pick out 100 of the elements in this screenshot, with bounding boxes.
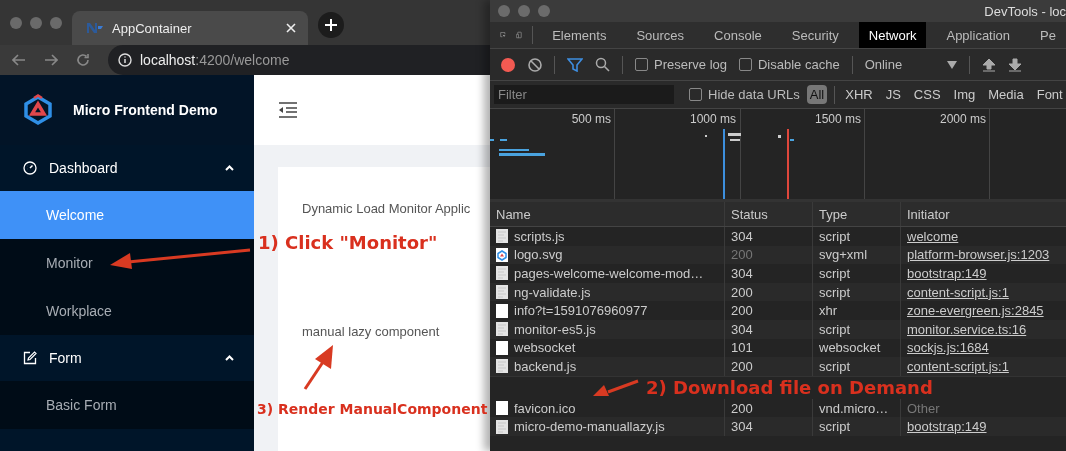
reload-icon[interactable] [76, 53, 90, 67]
devtools-tab[interactable]: Network [858, 22, 927, 48]
initiator-link[interactable]: content-script.js:1 [907, 284, 1009, 300]
browser-tab[interactable]: AppContainer [72, 11, 308, 45]
menu-fold-icon[interactable] [278, 102, 298, 118]
table-cell: 200 [725, 245, 813, 265]
devtools-tab[interactable]: Sources [626, 22, 695, 48]
column-header[interactable]: Initiator [901, 202, 1066, 226]
table-cell[interactable]: info?t=1591076960977 [514, 303, 648, 319]
checkbox-label: Preserve log [654, 57, 727, 72]
checkbox-label: Hide data URLs [708, 87, 800, 102]
logo-icon [23, 94, 53, 126]
type-filter-button[interactable]: CSS [910, 85, 944, 104]
arrow [303, 345, 333, 390]
column-header[interactable]: Name [490, 202, 725, 226]
back-icon[interactable] [12, 54, 26, 66]
table-cell: script [813, 227, 901, 246]
filter-field[interactable]: Filter [494, 85, 674, 104]
column-header[interactable]: Type [813, 202, 901, 226]
initiator-link[interactable]: sockjs.js:1684 [907, 340, 989, 356]
window-control-icon[interactable] [10, 16, 22, 29]
search-icon[interactable] [595, 57, 610, 72]
initiator-link[interactable]: bootstrap:149 [907, 266, 987, 281]
edit-icon [23, 351, 37, 365]
dropdown-caret-icon[interactable] [946, 60, 957, 69]
initiator-link[interactable]: platform-browser.js:1203 [907, 247, 1050, 263]
table-cell: Other [907, 400, 940, 416]
annotation-text: 2) Download file on Demand [646, 377, 933, 399]
initiator-link[interactable]: content-script.js:1 [907, 358, 1009, 374]
table-cell[interactable]: ng-validate.js [514, 284, 591, 300]
table-cell[interactable]: monitor-es5.js [514, 321, 596, 337]
script-file-icon [496, 266, 508, 281]
annotation-text: 3) Render ManualComponent [257, 401, 488, 417]
window-control-icon[interactable] [50, 16, 62, 29]
download-icon[interactable] [1007, 57, 1022, 72]
initiator-link[interactable]: zone-evergreen.js:2845 [907, 303, 1044, 319]
dashboard-icon [23, 161, 37, 175]
table-cell: 304 [725, 319, 813, 339]
type-filter-button[interactable]: XHR [842, 85, 876, 104]
favicon-icon [86, 22, 104, 34]
window-control-icon[interactable] [538, 5, 550, 17]
initiator-link[interactable]: bootstrap:149 [907, 419, 987, 435]
devtools-tab[interactable]: Security [781, 22, 849, 48]
forward-icon[interactable] [44, 54, 58, 66]
devtools-tab[interactable]: Application [936, 22, 1021, 48]
time-tick-label: 2000 ms [938, 112, 987, 126]
close-icon[interactable] [286, 23, 296, 33]
table-cell[interactable]: pages-welcome-welcome-mod… [514, 266, 704, 281]
table-cell[interactable]: backend.js [514, 358, 577, 374]
caret-icon [225, 165, 234, 171]
arrow [593, 379, 639, 396]
column-header[interactable]: Status [725, 202, 813, 226]
initiator-link[interactable]: monitor.service.ts:16 [907, 321, 1027, 337]
file-icon [496, 401, 508, 416]
checkbox[interactable] [689, 88, 702, 101]
card-text: manual lazy component [302, 324, 441, 339]
checkbox[interactable] [635, 58, 648, 71]
menu-item[interactable]: Monitor [0, 239, 254, 287]
script-file-icon [496, 229, 508, 244]
devtools-tab[interactable]: Pe [1030, 22, 1066, 48]
type-filter-button[interactable]: Font [1033, 85, 1066, 104]
table-cell[interactable]: micro-demo-manuallazy.js [514, 419, 665, 435]
table-cell: 200 [725, 301, 813, 320]
address-field[interactable]: localhost:4200/welcome [108, 45, 490, 75]
card-text: Dynamic Load Monitor Applic [302, 201, 472, 216]
upload-icon[interactable] [981, 57, 996, 72]
window-control-icon[interactable] [518, 5, 530, 17]
script-file-icon [496, 285, 508, 300]
table-cell[interactable]: favicon.ico [514, 400, 576, 416]
table-cell: 304 [725, 264, 813, 283]
clear-icon[interactable] [528, 57, 542, 72]
type-filter-button[interactable]: JS [882, 85, 904, 104]
filter-icon[interactable] [567, 57, 583, 72]
script-file-icon [496, 322, 508, 337]
file-icon [496, 303, 508, 318]
devtools-tab[interactable]: Console [704, 22, 772, 48]
table-cell[interactable]: scripts.js [514, 228, 565, 244]
tab-title: AppContainer [112, 20, 193, 36]
table-cell: script [813, 264, 901, 283]
initiator-link[interactable]: welcome [907, 228, 959, 244]
record-icon[interactable] [500, 56, 516, 73]
table-cell[interactable]: websocket [514, 340, 576, 356]
info-icon [118, 53, 132, 67]
window-title: DevTools - loc [984, 3, 1066, 19]
table-cell: script [813, 282, 901, 302]
window-control-icon[interactable] [30, 16, 42, 29]
type-filter-button[interactable]: Media [985, 85, 1027, 104]
script-file-icon [496, 419, 508, 434]
window-control-icon[interactable] [498, 5, 510, 17]
time-tick-label: 1500 ms [813, 112, 862, 126]
menu-item[interactable]: Basic Form [0, 381, 254, 429]
type-filter-button[interactable]: All [806, 85, 828, 104]
throttle-dropdown[interactable]: Online [864, 57, 935, 72]
menu-item[interactable]: Workplace [0, 287, 254, 335]
table-cell[interactable]: logo.svg [514, 247, 563, 263]
script-file-icon [496, 359, 508, 374]
new-tab-icon[interactable] [318, 11, 344, 38]
type-filter-button[interactable]: Img [950, 85, 979, 104]
devtools-tab[interactable]: Elements [542, 22, 617, 48]
checkbox[interactable] [739, 58, 752, 71]
